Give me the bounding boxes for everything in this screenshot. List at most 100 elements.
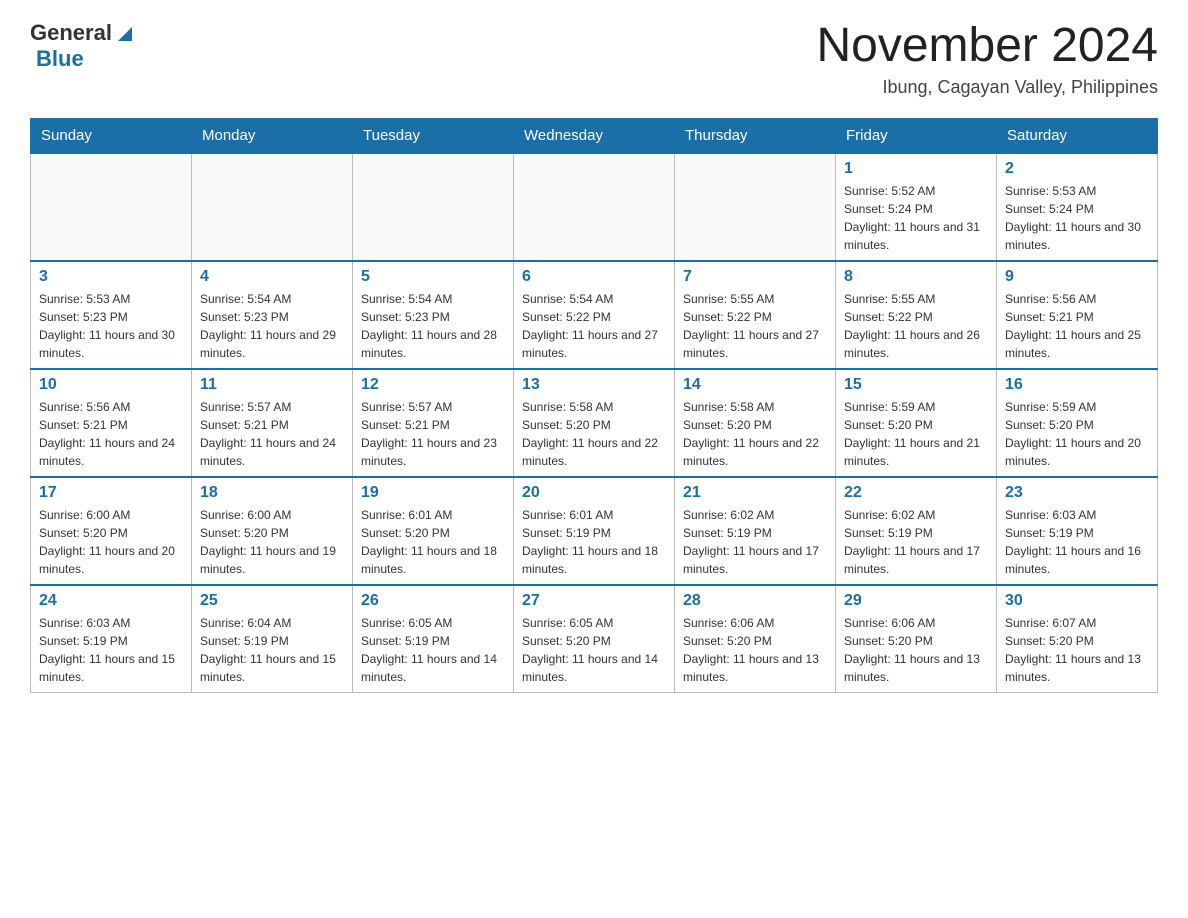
day-number: 15: [844, 376, 988, 394]
calendar-day: 19Sunrise: 6:01 AMSunset: 5:20 PMDayligh…: [353, 477, 514, 585]
calendar-day: 30Sunrise: 6:07 AMSunset: 5:20 PMDayligh…: [997, 585, 1158, 693]
day-of-week-header: Monday: [192, 118, 353, 153]
day-info: Sunrise: 5:56 AMSunset: 5:21 PMDaylight:…: [1005, 290, 1149, 362]
day-number: 1: [844, 160, 988, 178]
calendar-day: [353, 153, 514, 261]
calendar-day: 13 Sunrise: 5:58 AMSunset: 5:20 PMDayligh…: [514, 369, 675, 477]
day-info: Sunrise: 5:52 AMSunset: 5:24 PMDaylight:…: [844, 182, 988, 254]
day-info: Sunrise: 6:06 AMSunset: 5:20 PMDaylight:…: [844, 614, 988, 686]
day-info: Sunrise: 6:06 AMSunset: 5:20 PMDaylight:…: [683, 614, 827, 686]
day-info: Sunrise: 6:05 AMSunset: 5:19 PMDaylight:…: [361, 614, 505, 686]
day-number: 16: [1005, 376, 1149, 394]
calendar-day: 15 Sunrise: 5:59 AMSunset: 5:20 PMDayligh…: [836, 369, 997, 477]
day-number: 3: [39, 268, 183, 286]
day-info: Sunrise: 5:57 AMSunset: 5:21 PMDaylight:…: [361, 398, 505, 470]
location-title: Ibung, Cagayan Valley, Philippines: [816, 77, 1158, 98]
day-info: Sunrise: 6:03 AMSunset: 5:19 PMDaylight:…: [39, 614, 183, 686]
calendar-day: 18 Sunrise: 6:00 AMSunset: 5:20 PMDayligh…: [192, 477, 353, 585]
calendar-day: 26 Sunrise: 6:05 AMSunset: 5:19 PMDayligh…: [353, 585, 514, 693]
day-of-week-header: Friday: [836, 118, 997, 153]
day-number: 10: [39, 376, 183, 394]
day-number: 14: [683, 376, 827, 394]
day-info: Sunrise: 6:02 AMSunset: 5:19 PMDaylight:…: [683, 506, 827, 578]
calendar-header-row: SundayMondayTuesdayWednesdayThursdayFrid…: [31, 118, 1158, 153]
day-number: 24: [39, 592, 183, 610]
day-number: 22: [844, 484, 988, 502]
day-number: 11: [200, 376, 344, 394]
day-number: 5: [361, 268, 505, 286]
day-info: Sunrise: 5:55 AMSunset: 5:22 PMDaylight:…: [683, 290, 827, 362]
calendar-day: [675, 153, 836, 261]
day-info: Sunrise: 5:58 AMSunset: 5:20 PMDaylight:…: [522, 398, 666, 470]
day-info: Sunrise: 5:53 AMSunset: 5:23 PMDaylight:…: [39, 290, 183, 362]
day-number: 25: [200, 592, 344, 610]
calendar-day: 25 Sunrise: 6:04 AMSunset: 5:19 PMDayligh…: [192, 585, 353, 693]
day-info: Sunrise: 6:05 AMSunset: 5:20 PMDaylight:…: [522, 614, 666, 686]
day-info: Sunrise: 6:07 AMSunset: 5:20 PMDaylight:…: [1005, 614, 1149, 686]
day-info: Sunrise: 5:59 AMSunset: 5:20 PMDaylight:…: [844, 398, 988, 470]
calendar-day: 28 Sunrise: 6:06 AMSunset: 5:20 PMDayligh…: [675, 585, 836, 693]
day-info: Sunrise: 6:00 AMSunset: 5:20 PMDaylight:…: [200, 506, 344, 578]
day-number: 6: [522, 268, 666, 286]
calendar-day: 23Sunrise: 6:03 AMSunset: 5:19 PMDayligh…: [997, 477, 1158, 585]
calendar-day: 12 Sunrise: 5:57 AMSunset: 5:21 PMDayligh…: [353, 369, 514, 477]
calendar-day: 5 Sunrise: 5:54 AMSunset: 5:23 PMDaylight…: [353, 261, 514, 369]
calendar-day: 8Sunrise: 5:55 AMSunset: 5:22 PMDaylight…: [836, 261, 997, 369]
day-info: Sunrise: 6:01 AMSunset: 5:19 PMDaylight:…: [522, 506, 666, 578]
calendar-day: 3 Sunrise: 5:53 AMSunset: 5:23 PMDaylight…: [31, 261, 192, 369]
day-info: Sunrise: 5:58 AMSunset: 5:20 PMDaylight:…: [683, 398, 827, 470]
day-number: 20: [522, 484, 666, 502]
logo-general-text: General: [30, 20, 112, 46]
day-of-week-header: Saturday: [997, 118, 1158, 153]
day-info: Sunrise: 6:00 AMSunset: 5:20 PMDaylight:…: [39, 506, 183, 578]
calendar-day: 17 Sunrise: 6:00 AMSunset: 5:20 PMDayligh…: [31, 477, 192, 585]
week-row: 1 Sunrise: 5:52 AMSunset: 5:24 PMDaylight…: [31, 153, 1158, 261]
day-number: 4: [200, 268, 344, 286]
calendar-table: SundayMondayTuesdayWednesdayThursdayFrid…: [30, 118, 1158, 693]
day-number: 29: [844, 592, 988, 610]
calendar-day: 2Sunrise: 5:53 AMSunset: 5:24 PMDaylight…: [997, 153, 1158, 261]
day-of-week-header: Tuesday: [353, 118, 514, 153]
day-number: 18: [200, 484, 344, 502]
day-number: 23: [1005, 484, 1149, 502]
day-info: Sunrise: 5:53 AMSunset: 5:24 PMDaylight:…: [1005, 182, 1149, 254]
calendar-day: 9 Sunrise: 5:56 AMSunset: 5:21 PMDaylight…: [997, 261, 1158, 369]
calendar-day: 1 Sunrise: 5:52 AMSunset: 5:24 PMDaylight…: [836, 153, 997, 261]
day-info: Sunrise: 5:55 AMSunset: 5:22 PMDaylight:…: [844, 290, 988, 362]
day-info: Sunrise: 6:04 AMSunset: 5:19 PMDaylight:…: [200, 614, 344, 686]
calendar-day: 11 Sunrise: 5:57 AMSunset: 5:21 PMDayligh…: [192, 369, 353, 477]
calendar-day: 4 Sunrise: 5:54 AMSunset: 5:23 PMDaylight…: [192, 261, 353, 369]
week-row: 24 Sunrise: 6:03 AMSunset: 5:19 PMDayligh…: [31, 585, 1158, 693]
calendar-day: 24 Sunrise: 6:03 AMSunset: 5:19 PMDayligh…: [31, 585, 192, 693]
week-row: 10Sunrise: 5:56 AMSunset: 5:21 PMDayligh…: [31, 369, 1158, 477]
day-number: 21: [683, 484, 827, 502]
calendar-day: 21 Sunrise: 6:02 AMSunset: 5:19 PMDayligh…: [675, 477, 836, 585]
day-info: Sunrise: 5:57 AMSunset: 5:21 PMDaylight:…: [200, 398, 344, 470]
day-of-week-header: Thursday: [675, 118, 836, 153]
calendar-day: [192, 153, 353, 261]
day-number: 12: [361, 376, 505, 394]
title-block: November 2024 Ibung, Cagayan Valley, Phi…: [816, 20, 1158, 98]
day-number: 19: [361, 484, 505, 502]
calendar-day: 14 Sunrise: 5:58 AMSunset: 5:20 PMDayligh…: [675, 369, 836, 477]
calendar-day: [514, 153, 675, 261]
day-number: 27: [522, 592, 666, 610]
logo: General Blue: [30, 20, 136, 72]
calendar-day: [31, 153, 192, 261]
week-row: 17 Sunrise: 6:00 AMSunset: 5:20 PMDayligh…: [31, 477, 1158, 585]
month-title: November 2024: [816, 20, 1158, 73]
day-number: 17: [39, 484, 183, 502]
week-row: 3 Sunrise: 5:53 AMSunset: 5:23 PMDaylight…: [31, 261, 1158, 369]
day-info: Sunrise: 5:54 AMSunset: 5:23 PMDaylight:…: [361, 290, 505, 362]
calendar-day: 6Sunrise: 5:54 AMSunset: 5:22 PMDaylight…: [514, 261, 675, 369]
day-of-week-header: Wednesday: [514, 118, 675, 153]
day-number: 28: [683, 592, 827, 610]
day-info: Sunrise: 5:54 AMSunset: 5:23 PMDaylight:…: [200, 290, 344, 362]
day-number: 13: [522, 376, 666, 394]
day-info: Sunrise: 6:02 AMSunset: 5:19 PMDaylight:…: [844, 506, 988, 578]
day-number: 26: [361, 592, 505, 610]
day-info: Sunrise: 5:59 AMSunset: 5:20 PMDaylight:…: [1005, 398, 1149, 470]
day-number: 9: [1005, 268, 1149, 286]
page-header: General Blue November 2024 Ibung, Cagaya…: [30, 20, 1158, 98]
calendar-day: 27 Sunrise: 6:05 AMSunset: 5:20 PMDayligh…: [514, 585, 675, 693]
